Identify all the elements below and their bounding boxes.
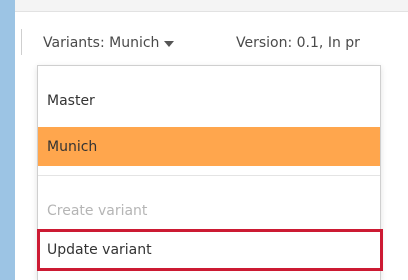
variants-menu: Master Munich Create variant Update vari… — [37, 65, 383, 280]
menu-item-munich[interactable]: Munich — [38, 127, 380, 166]
menu-item-master[interactable]: Master — [38, 84, 380, 117]
version-info: Version: 0.1, In pr — [236, 35, 360, 51]
menu-divider — [38, 175, 380, 176]
menu-item-create-variant: Create variant — [47, 202, 148, 219]
app-frame: Variants: Munich Version: 0.1, In pr Mas… — [15, 0, 408, 280]
caret-down-icon — [164, 41, 175, 47]
variants-dropdown-label: Variants: Munich — [43, 35, 160, 51]
top-strip — [15, 0, 408, 12]
menu-item-update-variant[interactable]: Update variant — [37, 229, 383, 271]
toolbar: Variants: Munich Version: 0.1, In pr — [15, 13, 408, 65]
toolbar-separator — [21, 29, 22, 55]
variants-dropdown[interactable]: Variants: Munich — [43, 33, 175, 53]
